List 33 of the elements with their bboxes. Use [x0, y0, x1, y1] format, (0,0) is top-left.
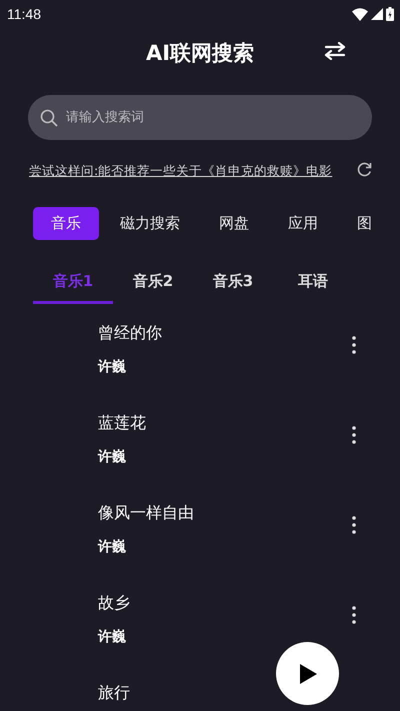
category-tab[interactable]: 应用 [270, 207, 336, 240]
signal-icon [371, 8, 383, 20]
more-icon[interactable] [352, 426, 356, 444]
category-tab[interactable]: 音乐 [33, 207, 99, 240]
play-icon [298, 664, 316, 684]
category-tab[interactable]: 网盘 [201, 207, 267, 240]
wifi-icon [352, 8, 368, 20]
more-icon[interactable] [352, 336, 356, 354]
search-icon [40, 108, 58, 126]
song-title[interactable]: 曾经的你 [98, 320, 352, 344]
song-artist: 许巍 [98, 628, 127, 646]
category-tab[interactable]: 磁力搜索 [102, 207, 198, 240]
category-tab[interactable]: 图 [339, 207, 390, 240]
sub-tab[interactable]: 耳语 [273, 260, 353, 304]
song-artist: 许巍 [98, 358, 127, 376]
refresh-icon[interactable] [357, 162, 372, 177]
song-artist: 许巍 [98, 538, 127, 556]
more-icon[interactable] [352, 516, 356, 534]
swap-icon[interactable] [324, 42, 346, 60]
song-title[interactable]: 故乡 [98, 590, 352, 614]
sub-tab[interactable]: 音乐3 [193, 260, 273, 304]
app-title: AI联网搜索 [146, 40, 254, 67]
song-title[interactable]: 像风一样自由 [98, 500, 352, 524]
song-artist: 许巍 [98, 448, 127, 466]
more-icon[interactable] [352, 606, 356, 624]
song-title[interactable]: 蓝莲花 [98, 410, 352, 434]
status-time: 11:48 [7, 6, 41, 22]
song-title[interactable]: 旅行 [98, 680, 356, 704]
sub-tab[interactable]: 音乐2 [113, 260, 193, 304]
search-field[interactable]: 请输入搜索词 [64, 109, 360, 126]
suggestion-link[interactable]: 尝试这样问:能否推荐一些关于《肖申克的救赎》电影 [29, 163, 332, 180]
battery-icon [386, 7, 394, 21]
search-bar[interactable]: 请输入搜索词 [28, 95, 372, 140]
